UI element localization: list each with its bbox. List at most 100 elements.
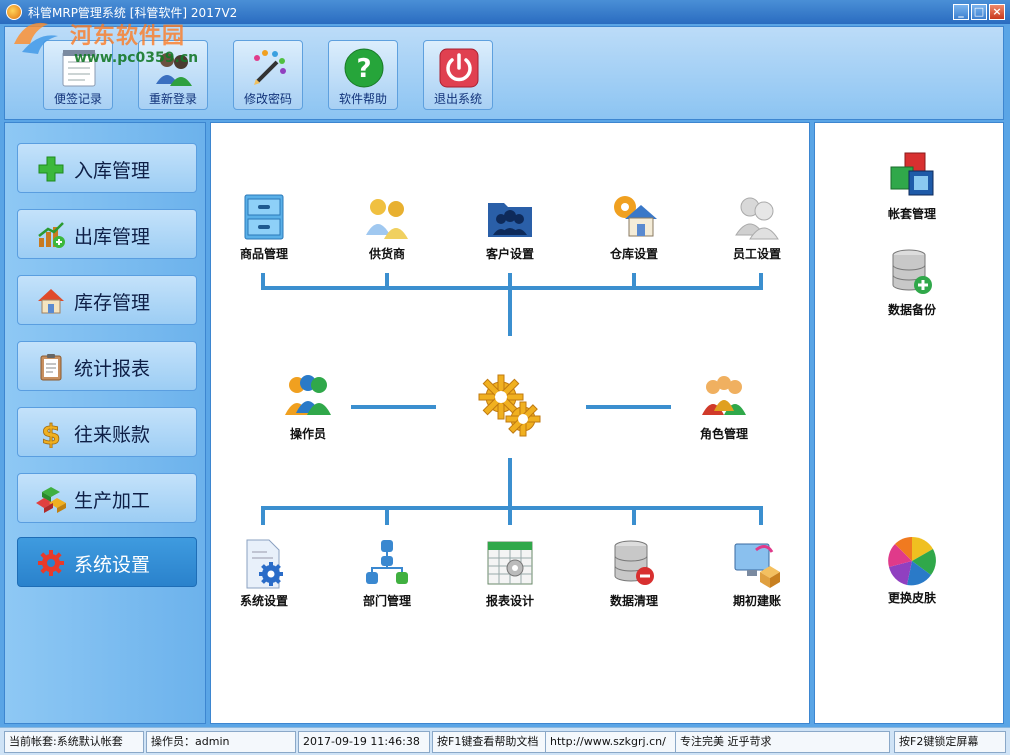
item-label: 数据清理 bbox=[609, 594, 658, 608]
clipboard-icon bbox=[40, 354, 62, 381]
svg-text:$: $ bbox=[41, 418, 60, 448]
toolbar: 便签记录 重新登录 修改密码 ? 软件帮助 退出系统 bbox=[4, 26, 1004, 120]
staff-settings-item[interactable]: 员工设置 bbox=[712, 191, 802, 271]
roles-icon bbox=[702, 376, 746, 415]
report-grid-icon bbox=[487, 541, 533, 585]
sidebar-item-label: 往来账款 bbox=[74, 424, 151, 446]
status-bar: 当前帐套:系统默认帐套 操作员：admin 2017-09-19 11:46:3… bbox=[0, 727, 1010, 755]
help-label: 软件帮助 bbox=[338, 92, 387, 106]
sidebar-item-outbound[interactable]: 出库管理 bbox=[17, 209, 197, 259]
item-label: 系统设置 bbox=[239, 594, 288, 608]
dollar-icon: $ bbox=[41, 418, 61, 448]
item-label: 部门管理 bbox=[362, 594, 411, 608]
db-remove-icon bbox=[614, 540, 654, 585]
sidebar-item-inbound[interactable]: 入库管理 bbox=[17, 143, 197, 193]
opening-account-item[interactable]: 期初建账 bbox=[712, 538, 802, 618]
item-label: 帐套管理 bbox=[887, 207, 936, 221]
item-label: 更换皮肤 bbox=[887, 591, 936, 605]
supplier-icon bbox=[366, 199, 408, 239]
title-bar: 科管MRP管理系统 [科管软件] 2017V2 _ □ × bbox=[0, 0, 1010, 24]
item-label: 数据备份 bbox=[887, 303, 936, 317]
system-settings-item[interactable]: 系统设置 bbox=[219, 538, 309, 618]
status-help: 按F1键查看帮助文档 bbox=[432, 731, 546, 753]
item-label: 操作员 bbox=[289, 427, 326, 441]
supplier-item[interactable]: 供货商 bbox=[342, 191, 432, 271]
close-button[interactable]: × bbox=[989, 4, 1005, 20]
notes-button[interactable]: 便签记录 bbox=[43, 40, 113, 110]
power-icon bbox=[439, 48, 479, 88]
change-password-button[interactable]: 修改密码 bbox=[233, 40, 303, 110]
status-slogan: 专注完美 近乎苛求 bbox=[676, 731, 890, 753]
item-label: 角色管理 bbox=[699, 427, 748, 441]
svg-text:?: ? bbox=[356, 54, 371, 84]
staff-icon bbox=[735, 197, 779, 240]
help-button[interactable]: ? 软件帮助 bbox=[328, 40, 398, 110]
status-account: 当前帐套:系统默认帐套 bbox=[4, 731, 144, 753]
plus-icon bbox=[38, 156, 64, 182]
account-set-icon bbox=[890, 152, 934, 196]
item-label: 报表设计 bbox=[485, 594, 534, 608]
users-icon bbox=[156, 53, 192, 86]
product-management-item[interactable]: 商品管理 bbox=[219, 191, 309, 271]
warehouse-settings-item[interactable]: 仓库设置 bbox=[589, 191, 679, 271]
status-operator: 操作员：admin bbox=[146, 731, 296, 753]
sidebar-item-label: 系统设置 bbox=[74, 554, 151, 576]
sidebar-item-reports[interactable]: 统计报表 bbox=[17, 341, 197, 391]
cabinet-icon bbox=[244, 194, 284, 240]
department-management-item[interactable]: 部门管理 bbox=[342, 538, 432, 618]
sidebar-item-inventory[interactable]: 库存管理 bbox=[17, 275, 197, 325]
palette-pencil-icon bbox=[254, 50, 286, 85]
window-title: 科管MRP管理系统 [科管软件] 2017V2 bbox=[28, 6, 238, 20]
color-wheel-icon bbox=[888, 536, 936, 586]
sidebar-item-system-settings[interactable]: 系统设置 bbox=[17, 537, 197, 587]
cubes-icon bbox=[36, 487, 66, 513]
status-website[interactable]: http://www.szkgrj.cn/ bbox=[546, 731, 676, 753]
item-label: 供货商 bbox=[368, 247, 405, 261]
sidebar-item-label: 入库管理 bbox=[74, 160, 151, 182]
minimize-button[interactable]: _ bbox=[953, 4, 969, 20]
gear-icon bbox=[38, 550, 64, 576]
notepad-icon bbox=[62, 50, 96, 87]
db-add-icon bbox=[892, 249, 932, 294]
item-label: 客户设置 bbox=[485, 247, 534, 261]
exit-label: 退出系统 bbox=[433, 92, 482, 106]
sidebar-item-label: 库存管理 bbox=[74, 292, 151, 314]
notes-label: 便签记录 bbox=[53, 92, 102, 106]
org-chart-icon bbox=[366, 540, 408, 584]
change-password-label: 修改密码 bbox=[243, 92, 292, 106]
right-panel: 帐套管理 数据备份 更换皮肤 bbox=[814, 122, 1004, 724]
warehouse-icon bbox=[614, 196, 657, 237]
role-management-item[interactable]: 角色管理 bbox=[679, 371, 769, 451]
sidebar-item-accounts[interactable]: $ 往来账款 bbox=[17, 407, 197, 457]
item-label: 期初建账 bbox=[732, 594, 781, 608]
app-icon bbox=[6, 4, 22, 20]
item-label: 员工设置 bbox=[732, 247, 781, 261]
data-cleanup-item[interactable]: 数据清理 bbox=[589, 538, 679, 618]
question-icon: ? bbox=[344, 48, 384, 88]
monitor-box-icon bbox=[734, 543, 780, 588]
sidebar-item-label: 生产加工 bbox=[74, 490, 151, 512]
item-label: 商品管理 bbox=[239, 247, 288, 261]
status-datetime: 2017-09-19 11:46:38 bbox=[298, 731, 430, 753]
sidebar: 入库管理 出库管理 库存管理 统计报表 $ 往来账款 生产加工 系统设置 bbox=[4, 122, 206, 724]
operators-icon bbox=[285, 375, 331, 415]
report-design-item[interactable]: 报表设计 bbox=[465, 538, 555, 618]
system-settings-panel: 商品管理 供货商 客户设置 仓库设置 员工设置 操作员 角色管理 系统设置 部门… bbox=[210, 122, 810, 724]
doc-gear-icon bbox=[246, 539, 283, 589]
maximize-button[interactable]: □ bbox=[971, 4, 987, 20]
operator-item[interactable]: 操作员 bbox=[263, 371, 353, 451]
relogin-label: 重新登录 bbox=[148, 92, 197, 106]
sidebar-item-production[interactable]: 生产加工 bbox=[17, 473, 197, 523]
sidebar-item-label: 统计报表 bbox=[74, 358, 151, 380]
data-backup-item[interactable]: 数据备份 bbox=[867, 247, 957, 327]
house-icon bbox=[38, 289, 64, 314]
customer-folder-icon bbox=[488, 203, 532, 237]
relogin-button[interactable]: 重新登录 bbox=[138, 40, 208, 110]
account-set-item[interactable]: 帐套管理 bbox=[867, 151, 957, 231]
change-skin-item[interactable]: 更换皮肤 bbox=[867, 535, 957, 615]
chart-icon bbox=[38, 222, 65, 248]
customer-settings-item[interactable]: 客户设置 bbox=[465, 191, 555, 271]
exit-button[interactable]: 退出系统 bbox=[423, 40, 493, 110]
sidebar-item-label: 出库管理 bbox=[74, 226, 151, 248]
status-lock: 按F2键锁定屏幕 bbox=[894, 731, 1006, 753]
